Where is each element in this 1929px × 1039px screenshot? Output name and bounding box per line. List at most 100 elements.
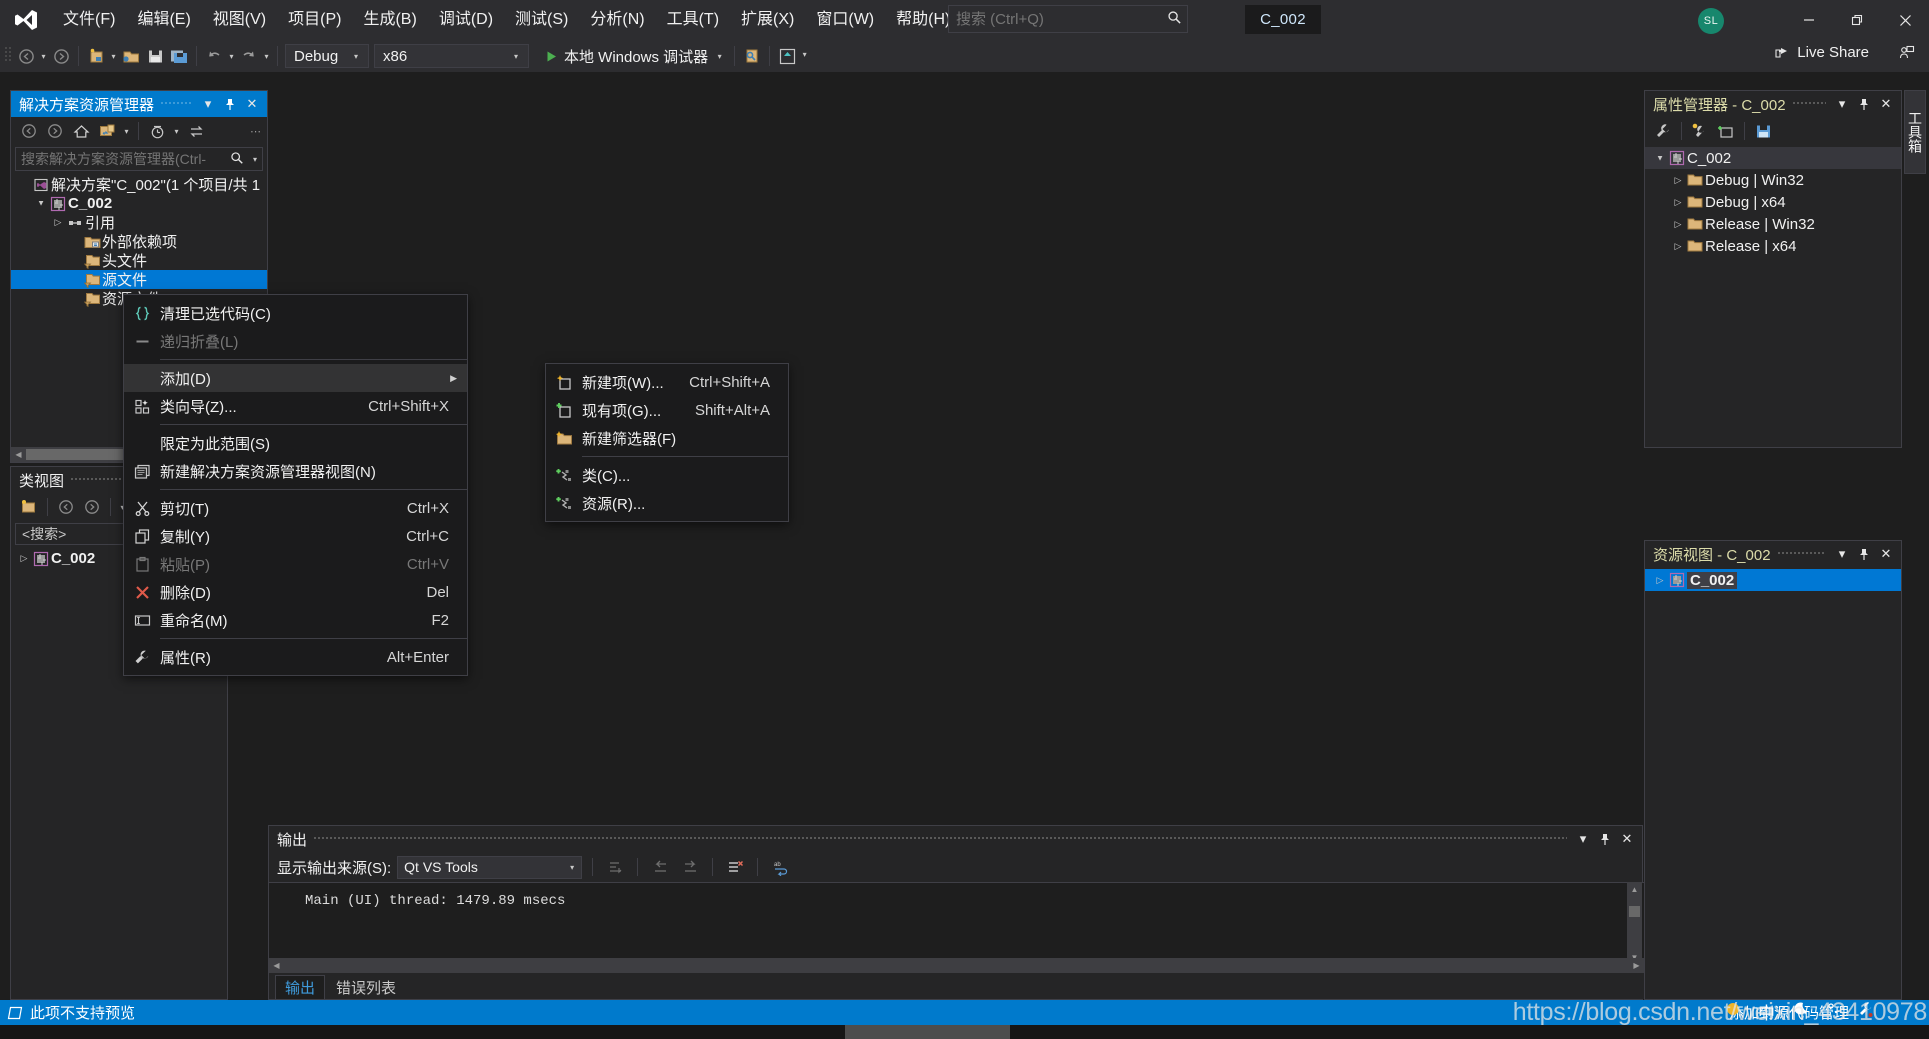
go-to-previous-icon[interactable]: [648, 856, 672, 878]
pin-icon[interactable]: [1854, 544, 1874, 564]
panel-menu-icon[interactable]: ▾: [1573, 829, 1593, 849]
expander-icon[interactable]: ▷: [17, 553, 31, 564]
context-menu-item[interactable]: 添加(D) ▶: [124, 364, 467, 392]
expander-icon[interactable]: ▷: [1671, 175, 1685, 186]
panel-menu-icon[interactable]: ▾: [198, 94, 218, 114]
redo-dropdown-icon[interactable]: ▾: [261, 52, 272, 61]
quick-search-box[interactable]: [948, 5, 1188, 33]
solution-explorer-node[interactable]: 外部依赖项: [11, 232, 267, 251]
properties-wrench-icon[interactable]: [1651, 120, 1675, 142]
resource-view-node[interactable]: ▷ C_002: [1645, 569, 1901, 591]
menu-9[interactable]: 扩展(X): [730, 5, 805, 35]
scroll-right-icon[interactable]: ▶: [1629, 958, 1644, 973]
context-menu-item[interactable]: 限定为此范围(S): [124, 429, 467, 457]
find-message-icon[interactable]: [603, 856, 627, 878]
menu-2[interactable]: 视图(V): [202, 5, 277, 35]
solution-platform-combo[interactable]: x86 ▾: [374, 44, 529, 68]
live-share-area[interactable]: Live Share: [1774, 44, 1869, 61]
panel-drag-dots[interactable]: [1776, 541, 1826, 567]
undo-dropdown-icon[interactable]: ▾: [226, 52, 237, 61]
expander-icon[interactable]: ▷: [51, 217, 65, 228]
menu-8[interactable]: 工具(T): [656, 5, 730, 35]
context-menu-item[interactable]: 复制(Y) Ctrl+C: [124, 522, 467, 550]
panel-menu-icon[interactable]: ▾: [1832, 94, 1852, 114]
add-submenu-item[interactable]: 新建筛选器(F): [546, 424, 788, 452]
minimize-button[interactable]: [1785, 0, 1833, 40]
add-submenu-item[interactable]: 现有项(G)... Shift+Alt+A: [546, 396, 788, 424]
solution-explorer-node[interactable]: 头文件: [11, 251, 267, 270]
taskbar-active-item[interactable]: [845, 1025, 1010, 1039]
new-project-dropdown-icon[interactable]: ▾: [108, 52, 119, 61]
scroll-left-icon[interactable]: ◀: [11, 450, 26, 459]
expander-icon[interactable]: ▷: [1671, 241, 1685, 252]
quick-search-input[interactable]: [949, 10, 1161, 28]
pending-changes-dropdown-icon[interactable]: ▾: [171, 127, 182, 136]
solution-explorer-search[interactable]: ▾: [15, 147, 263, 171]
add-submenu-item[interactable]: 新建项(W)... Ctrl+Shift+A: [546, 368, 788, 396]
output-tab-1[interactable]: 错误列表: [327, 975, 405, 999]
expander-icon[interactable]: ▲: [34, 199, 48, 208]
solution-explorer-node[interactable]: 解决方案"C_002"(1 个项目/共 1: [11, 175, 267, 194]
add-new-property-sheet-icon[interactable]: [1688, 120, 1712, 142]
property-manager-node[interactable]: ▷ Release | Win32: [1645, 213, 1901, 235]
redo-button[interactable]: [237, 44, 261, 68]
open-file-button[interactable]: [119, 44, 143, 68]
menu-10[interactable]: 窗口(W): [805, 5, 885, 35]
expander-icon[interactable]: ▲: [1653, 154, 1667, 163]
solution-explorer-node[interactable]: 源文件: [11, 270, 267, 289]
menu-6[interactable]: 测试(S): [504, 5, 579, 35]
go-to-next-icon[interactable]: [678, 856, 702, 878]
menu-4[interactable]: 生成(B): [352, 5, 427, 35]
pending-changes-icon[interactable]: [145, 120, 169, 142]
context-menu-item[interactable]: 粘贴(P) Ctrl+V: [124, 550, 467, 578]
close-button[interactable]: [1881, 0, 1929, 40]
scroll-left-icon[interactable]: ◀: [269, 958, 284, 973]
context-menu-item[interactable]: 递归折叠(L): [124, 327, 467, 355]
toggle-word-wrap-icon[interactable]: ab: [768, 856, 792, 878]
attach-process-button[interactable]: [740, 44, 764, 68]
navigate-forward-button[interactable]: [49, 44, 73, 68]
add-existing-property-sheet-icon[interactable]: [1714, 120, 1738, 142]
close-icon[interactable]: ✕: [1876, 94, 1896, 114]
solution-explorer-search-input[interactable]: [16, 151, 226, 167]
save-all-button[interactable]: [167, 44, 191, 68]
output-hscrollbar[interactable]: ◀ ▶: [269, 958, 1644, 973]
menu-5[interactable]: 调试(D): [428, 5, 504, 35]
scroll-thumb[interactable]: [1629, 906, 1640, 917]
back-icon[interactable]: [17, 120, 41, 142]
panel-menu-icon[interactable]: ▾: [1832, 544, 1852, 564]
clear-all-icon[interactable]: [723, 856, 747, 878]
close-icon[interactable]: ✕: [242, 94, 262, 114]
show-all-files-dropdown-icon[interactable]: ▾: [121, 127, 132, 136]
solution-explorer-node[interactable]: ▷ 引用: [11, 213, 267, 232]
expander-icon[interactable]: ▷: [1671, 219, 1685, 230]
back-icon[interactable]: [54, 496, 78, 518]
search-options-dropdown-icon[interactable]: ▾: [248, 155, 262, 164]
new-project-button[interactable]: [84, 44, 108, 68]
solution-explorer-tree[interactable]: 解决方案"C_002"(1 个项目/共 1 ▲ C_002 ▷ 引用 外部依赖项 头文件 源文…: [11, 171, 267, 308]
property-manager-node[interactable]: ▷ Debug | x64: [1645, 191, 1901, 213]
save-button[interactable]: [143, 44, 167, 68]
add-submenu-item[interactable]: 资源(R)...: [546, 489, 788, 517]
menu-0[interactable]: 文件(F): [52, 5, 126, 35]
close-icon[interactable]: ✕: [1617, 829, 1637, 849]
context-menu-item[interactable]: 删除(D) Del: [124, 578, 467, 606]
context-menu-item[interactable]: 类向导(Z)... Ctrl+Shift+X: [124, 392, 467, 420]
user-avatar[interactable]: SL: [1698, 8, 1724, 34]
toolbar-grip[interactable]: [4, 45, 14, 67]
add-submenu-item[interactable]: 类(C)...: [546, 461, 788, 489]
undo-button[interactable]: [202, 44, 226, 68]
toolbar-overflow-icon[interactable]: ▾: [799, 50, 810, 62]
toolbox-tab[interactable]: 工具箱: [1904, 90, 1926, 174]
panel-drag-dots[interactable]: [313, 826, 1567, 852]
send-feedback-icon[interactable]: [1898, 45, 1915, 67]
property-manager-node[interactable]: ▷ Debug | Win32: [1645, 169, 1901, 191]
panel-drag-dots[interactable]: [160, 91, 192, 117]
menu-1[interactable]: 编辑(E): [126, 5, 201, 35]
navigate-backward-dropdown-icon[interactable]: ▾: [38, 52, 49, 61]
panel-drag-dots[interactable]: [1791, 91, 1826, 117]
context-menu-item[interactable]: 清理已选代码(C): [124, 299, 467, 327]
forward-icon[interactable]: [80, 496, 104, 518]
pin-icon[interactable]: [220, 94, 240, 114]
navigate-backward-button[interactable]: [14, 44, 38, 68]
